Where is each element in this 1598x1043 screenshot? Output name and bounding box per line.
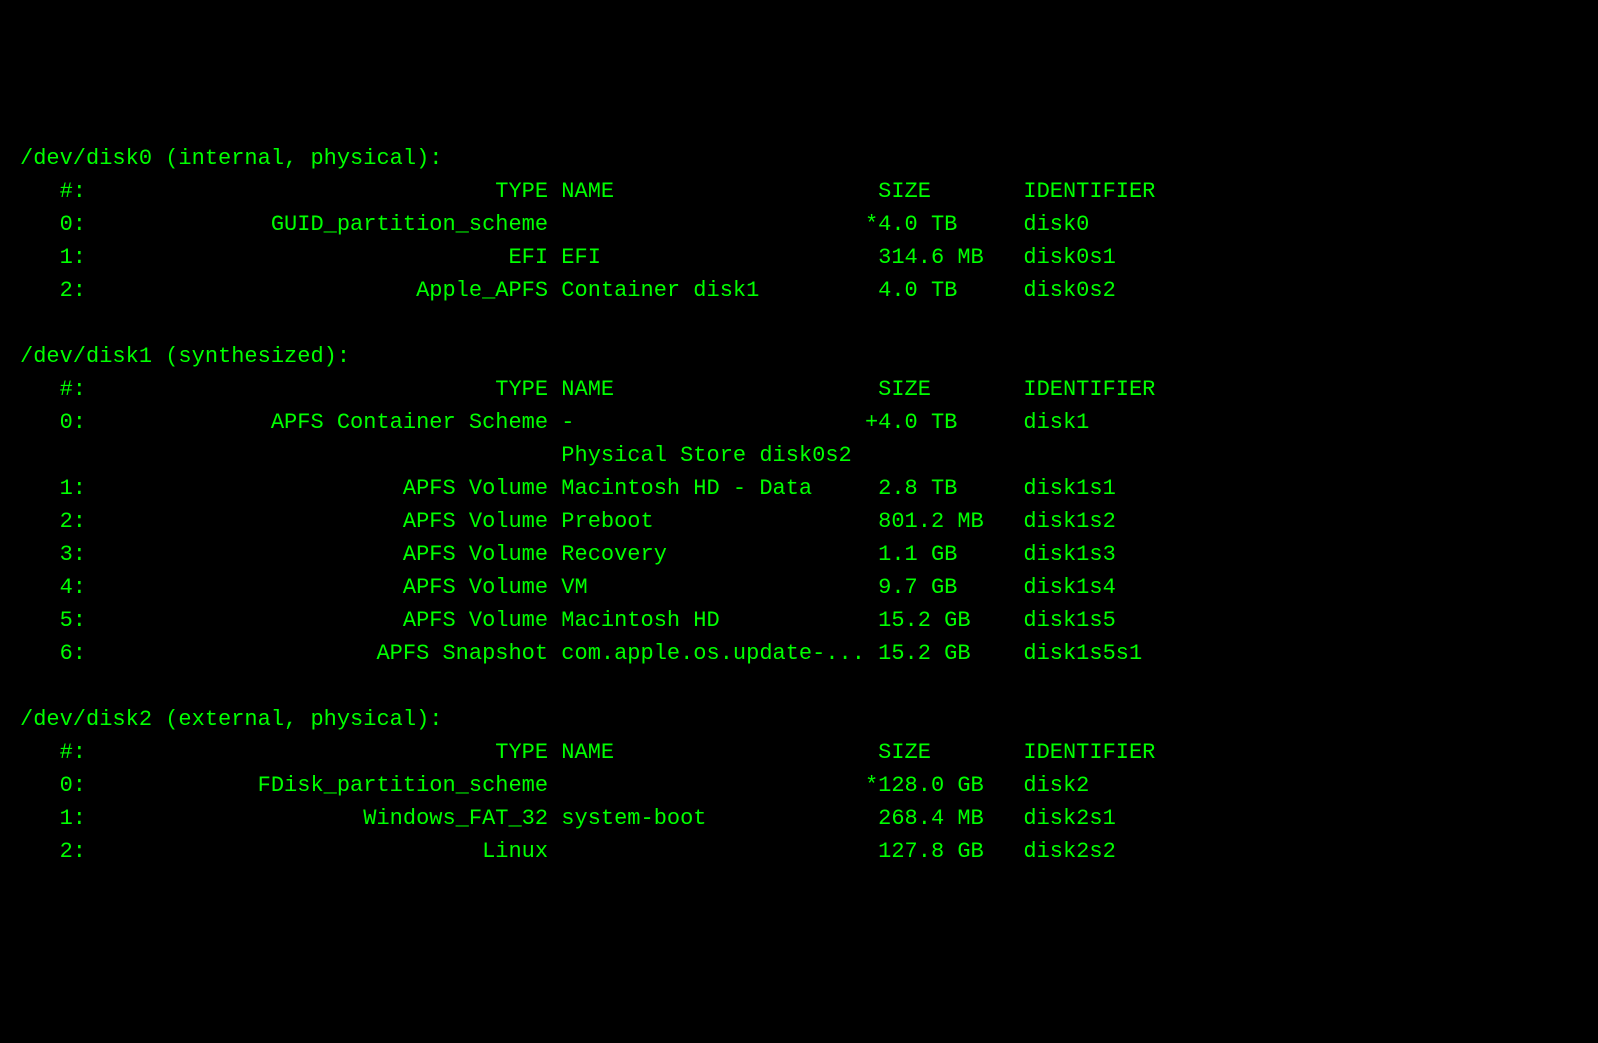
partition-row: 0: FDisk_partition_scheme *128.0 GB disk…	[20, 773, 1089, 798]
partition-row: 2: APFS Volume Preboot 801.2 MB disk1s2	[20, 509, 1116, 534]
partition-row: 3: APFS Volume Recovery 1.1 GB disk1s3	[20, 542, 1116, 567]
column-header: #: TYPE NAME SIZE IDENTIFIER	[20, 740, 1155, 765]
disk-block: /dev/disk1 (synthesized): #: TYPE NAME S…	[20, 340, 1578, 670]
partition-row: 6: APFS Snapshot com.apple.os.update-...…	[20, 641, 1142, 666]
partition-extra: Physical Store disk0s2	[20, 443, 852, 468]
disk-block: /dev/disk0 (internal, physical): #: TYPE…	[20, 142, 1578, 307]
partition-row: 0: APFS Container Scheme - +4.0 TB disk1	[20, 410, 1089, 435]
disk-block: /dev/disk2 (external, physical): #: TYPE…	[20, 703, 1578, 868]
partition-row: 1: APFS Volume Macintosh HD - Data 2.8 T…	[20, 476, 1116, 501]
terminal-output: /dev/disk0 (internal, physical): #: TYPE…	[20, 142, 1578, 868]
partition-row: 4: APFS Volume VM 9.7 GB disk1s4	[20, 575, 1116, 600]
column-header: #: TYPE NAME SIZE IDENTIFIER	[20, 377, 1155, 402]
partition-row: 1: Windows_FAT_32 system-boot 268.4 MB d…	[20, 806, 1116, 831]
partition-row: 5: APFS Volume Macintosh HD 15.2 GB disk…	[20, 608, 1116, 633]
partition-row: 1: EFI EFI 314.6 MB disk0s1	[20, 245, 1116, 270]
disk-header: /dev/disk0 (internal, physical):	[20, 146, 442, 171]
partition-row: 2: Linux 127.8 GB disk2s2	[20, 839, 1116, 864]
disk-header: /dev/disk2 (external, physical):	[20, 707, 442, 732]
disk-header: /dev/disk1 (synthesized):	[20, 344, 350, 369]
partition-row: 0: GUID_partition_scheme *4.0 TB disk0	[20, 212, 1089, 237]
column-header: #: TYPE NAME SIZE IDENTIFIER	[20, 179, 1155, 204]
partition-row: 2: Apple_APFS Container disk1 4.0 TB dis…	[20, 278, 1116, 303]
